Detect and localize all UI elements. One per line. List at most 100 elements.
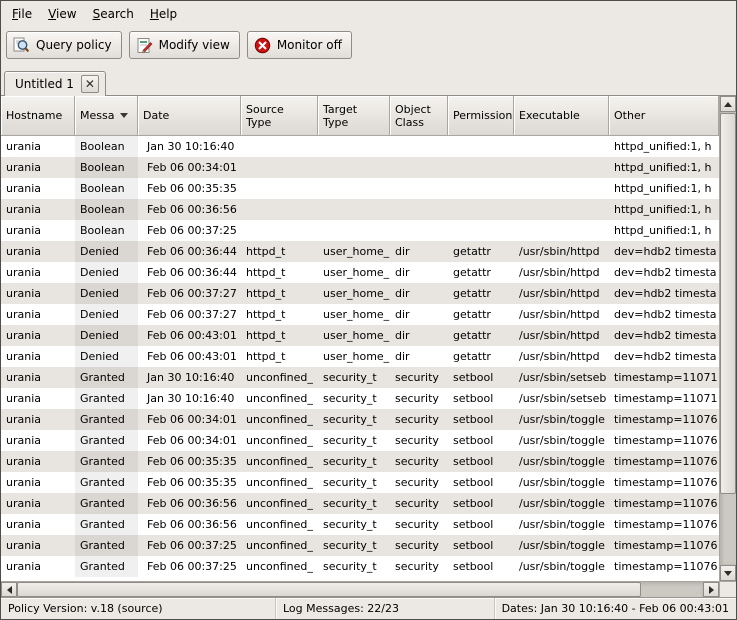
scroll-left-button[interactable]: [1, 582, 17, 597]
cell-source-type: [241, 178, 318, 199]
scroll-down-button[interactable]: [720, 565, 736, 581]
table-row[interactable]: urania Boolean Feb 06 00:34:01 httpd_uni…: [1, 157, 719, 178]
table-row[interactable]: urania Granted Feb 06 00:36:56 unconfine…: [1, 493, 719, 514]
cell-executable: /usr/sbin/toggle: [514, 493, 609, 514]
cell-date: Feb 06 00:37:25: [138, 556, 241, 577]
horizontal-scrollbar[interactable]: [1, 581, 719, 597]
tab-close-button[interactable]: ✕: [81, 75, 99, 93]
cell-date: Feb 06 00:35:35: [138, 472, 241, 493]
tab-label: Untitled 1: [15, 77, 74, 91]
table-row[interactable]: urania Granted Jan 30 10:16:40 unconfine…: [1, 367, 719, 388]
arrow-left-icon: [7, 586, 12, 594]
cell-executable: /usr/sbin/toggle: [514, 472, 609, 493]
column-header-hostname[interactable]: Hostname: [1, 96, 75, 136]
table-row[interactable]: urania Granted Feb 06 00:35:35 unconfine…: [1, 451, 719, 472]
cell-object-class: [390, 157, 448, 178]
table-row[interactable]: urania Granted Feb 06 00:36:56 unconfine…: [1, 514, 719, 535]
vertical-scrollbar-trough[interactable]: [720, 112, 736, 565]
cell-source-type: unconfined_: [241, 409, 318, 430]
cell-hostname: urania: [1, 136, 75, 157]
menu-view[interactable]: View: [40, 3, 84, 25]
table-row[interactable]: urania Granted Feb 06 00:37:25 unconfine…: [1, 535, 719, 556]
table-row[interactable]: urania Boolean Jan 30 10:16:40 httpd_uni…: [1, 136, 719, 157]
cell-date: Feb 06 00:34:01: [138, 430, 241, 451]
table-row[interactable]: urania Granted Feb 06 00:37:25 unconfine…: [1, 556, 719, 577]
cell-permission: getattr: [448, 304, 514, 325]
column-header-object-class[interactable]: Object Class: [390, 96, 448, 136]
table-row[interactable]: urania Granted Jan 30 10:16:40 unconfine…: [1, 388, 719, 409]
cell-other: dev=hdb2 timesta: [609, 346, 719, 367]
table-row[interactable]: urania Boolean Feb 06 00:36:56 httpd_uni…: [1, 199, 719, 220]
column-header-label: Executable: [519, 109, 580, 122]
scroll-right-button[interactable]: [703, 582, 719, 597]
menu-file[interactable]: File: [4, 3, 40, 25]
table-row[interactable]: urania Boolean Feb 06 00:37:25 httpd_uni…: [1, 220, 719, 241]
cell-object-class: dir: [390, 346, 448, 367]
cell-permission: getattr: [448, 346, 514, 367]
query-policy-button[interactable]: Query policy: [6, 31, 122, 59]
vertical-scrollbar[interactable]: [719, 96, 736, 581]
column-header-source-type[interactable]: Source Type: [241, 96, 318, 136]
column-header-date[interactable]: Date: [138, 96, 241, 136]
cell-object-class: security: [390, 430, 448, 451]
column-header-label: Messa: [80, 109, 114, 122]
cell-date: Feb 06 00:37:27: [138, 304, 241, 325]
cell-hostname: urania: [1, 472, 75, 493]
cell-permission: setbool: [448, 367, 514, 388]
column-header-label: Source Type: [246, 103, 312, 129]
cell-other: timestamp=11076: [609, 409, 719, 430]
cell-object-class: dir: [390, 283, 448, 304]
cell-permission: [448, 136, 514, 157]
cell-source-type: [241, 199, 318, 220]
scrollbar-corner: [719, 581, 736, 597]
cell-hostname: urania: [1, 388, 75, 409]
table-row[interactable]: urania Denied Feb 06 00:37:27 httpd_t us…: [1, 283, 719, 304]
table-row[interactable]: urania Granted Feb 06 00:34:01 unconfine…: [1, 409, 719, 430]
menu-help[interactable]: Help: [142, 3, 185, 25]
sort-descending-icon: [120, 113, 128, 118]
menu-file-label: File: [12, 7, 32, 21]
menu-view-label: View: [48, 7, 76, 21]
cell-other: timestamp=11071: [609, 367, 719, 388]
cell-executable: /usr/sbin/toggle: [514, 556, 609, 577]
menu-help-label: Help: [150, 7, 177, 21]
cell-permission: setbool: [448, 409, 514, 430]
table-row[interactable]: urania Denied Feb 06 00:36:44 httpd_t us…: [1, 241, 719, 262]
table-row[interactable]: urania Granted Feb 06 00:35:35 unconfine…: [1, 472, 719, 493]
cell-message: Granted: [75, 514, 138, 535]
cell-executable: /usr/sbin/toggle: [514, 451, 609, 472]
table-row[interactable]: urania Denied Feb 06 00:37:27 httpd_t us…: [1, 304, 719, 325]
modify-view-button[interactable]: Modify view: [129, 31, 240, 59]
tab-untitled-1[interactable]: Untitled 1 ✕: [4, 71, 106, 96]
table-row[interactable]: urania Denied Feb 06 00:36:44 httpd_t us…: [1, 262, 719, 283]
cell-object-class: security: [390, 451, 448, 472]
monitor-off-button[interactable]: Monitor off: [247, 31, 352, 59]
cell-target-type: security_t: [318, 451, 390, 472]
cell-executable: /usr/sbin/httpd: [514, 241, 609, 262]
cell-permission: [448, 199, 514, 220]
cell-target-type: security_t: [318, 388, 390, 409]
column-header-label: Other: [614, 109, 645, 122]
table-row[interactable]: urania Boolean Feb 06 00:35:35 httpd_uni…: [1, 178, 719, 199]
table-row[interactable]: urania Granted Feb 06 00:34:01 unconfine…: [1, 430, 719, 451]
column-header-target-type[interactable]: Target Type: [318, 96, 390, 136]
column-header-permission[interactable]: Permission: [448, 96, 514, 136]
vertical-scrollbar-thumb[interactable]: [720, 113, 736, 494]
horizontal-scrollbar-trough[interactable]: [17, 582, 703, 597]
cell-object-class: [390, 220, 448, 241]
cell-source-type: httpd_t: [241, 283, 318, 304]
cell-target-type: [318, 178, 390, 199]
table-row[interactable]: urania Denied Feb 06 00:43:01 httpd_t us…: [1, 325, 719, 346]
column-header-other[interactable]: Other: [609, 96, 719, 136]
column-header-message[interactable]: Messa: [75, 96, 138, 136]
cell-hostname: urania: [1, 556, 75, 577]
cell-source-type: unconfined_: [241, 493, 318, 514]
column-header-executable[interactable]: Executable: [514, 96, 609, 136]
scroll-up-button[interactable]: [720, 96, 736, 112]
menu-search[interactable]: Search: [85, 3, 142, 25]
horizontal-scrollbar-thumb[interactable]: [17, 582, 641, 597]
dates-text: Dates: Jan 30 10:16:40 - Feb 06 00:43:01: [502, 602, 729, 615]
table-row[interactable]: urania Denied Feb 06 00:43:01 httpd_t us…: [1, 346, 719, 367]
cell-source-type: [241, 157, 318, 178]
cell-other: timestamp=11076: [609, 535, 719, 556]
